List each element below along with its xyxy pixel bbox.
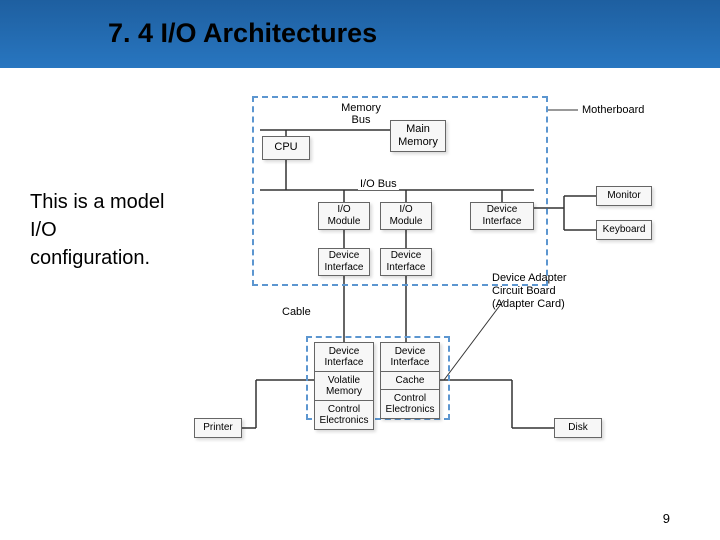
slide-body-text: This is a model I/O configuration. (30, 188, 180, 272)
device-interface-1-box: DeviceInterface (318, 248, 370, 276)
device-interface-right-box: DeviceInterface (470, 202, 534, 230)
io-bus-label: I/O Bus (358, 178, 399, 190)
printer-box: Printer (194, 418, 242, 438)
main-memory-box: MainMemory (390, 120, 446, 152)
stack-cell: VolatileMemory (315, 372, 373, 401)
device-interface-2-box: DeviceInterface (380, 248, 432, 276)
memory-bus-label: MemoryBus (334, 102, 388, 126)
adapter-card-label: Device AdapterCircuit Board(Adapter Card… (492, 272, 592, 312)
disk-box: Disk (554, 418, 602, 438)
stack-cell: ControlElectronics (315, 401, 373, 429)
cpu-box: CPU (262, 136, 310, 160)
page-number: 9 (663, 511, 670, 526)
io-architecture-diagram: CPU MainMemory I/OModule I/OModule Devic… (194, 90, 674, 490)
io-module-2-box: I/OModule (380, 202, 432, 230)
left-device-stack: DeviceInterface VolatileMemory ControlEl… (314, 342, 374, 430)
motherboard-label: Motherboard (582, 104, 644, 116)
stack-cell: DeviceInterface (381, 343, 439, 372)
stack-cell: DeviceInterface (315, 343, 373, 372)
stack-cell: ControlElectronics (381, 390, 439, 418)
cable-label: Cable (282, 306, 311, 318)
stack-cell: Cache (381, 372, 439, 390)
slide-title: 7. 4 I/O Architectures (108, 18, 377, 49)
right-device-stack: DeviceInterface Cache ControlElectronics (380, 342, 440, 419)
monitor-box: Monitor (596, 186, 652, 206)
io-module-1-box: I/OModule (318, 202, 370, 230)
keyboard-box: Keyboard (596, 220, 652, 240)
